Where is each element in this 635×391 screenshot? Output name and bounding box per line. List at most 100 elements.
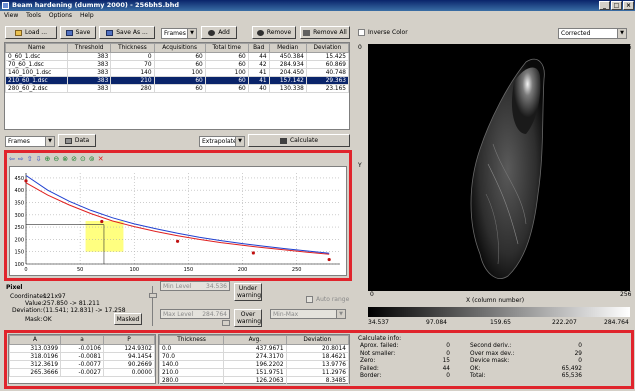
zoom-out-icon[interactable]: ⊖ [53, 154, 59, 164]
calc-info-left-row: Failed: 44 [360, 366, 450, 374]
thick-table-row[interactable]: 70.0 274.3170 18.4621 [158, 352, 350, 361]
zoom-fit-icon[interactable]: ⊙ [80, 154, 86, 164]
chart-data-point [251, 251, 255, 255]
max-level-field[interactable]: Max Level 284.764 [160, 309, 230, 319]
close-button[interactable]: × [623, 1, 634, 10]
file-table-cell: 0 [110, 52, 155, 61]
coef-table-row[interactable]: 265.3666 -0.0027 0.0000 [8, 368, 156, 377]
remove-button[interactable]: Remove [252, 26, 296, 39]
file-table-column-header[interactable]: Deviation [305, 43, 350, 53]
file-table-row[interactable]: 280_60_2.dsc 383 280 60 60 40 130.338 23.165 [4, 84, 350, 93]
thick-table-cell: 126.2063 [223, 376, 287, 385]
file-table-column-header[interactable]: Threshold [67, 43, 112, 53]
file-table-cell: 280 [110, 84, 155, 93]
level-slider-track[interactable] [152, 286, 160, 326]
ct-image-view[interactable] [368, 44, 630, 291]
zoom-in-icon[interactable]: ⊕ [45, 154, 51, 164]
thick-table-row[interactable]: 280.0 126.2063 8.3485 [158, 376, 350, 385]
chart-y-tick-label: 450 [14, 176, 24, 182]
file-table-column-header[interactable]: Total time [204, 43, 249, 53]
remove-all-button[interactable]: Remove All [300, 26, 350, 39]
file-table-column-header[interactable]: Name [4, 43, 69, 53]
min-level-slider-handle[interactable] [149, 293, 157, 298]
file-table-cell: 41 [247, 68, 270, 77]
coef-table-row[interactable]: 312.3619 -0.0077 90.2669 [8, 360, 156, 369]
minimize-button[interactable]: _ [599, 1, 610, 10]
file-table-column-header[interactable]: Bad [247, 43, 270, 53]
menu-view[interactable]: View [4, 12, 18, 19]
auto-range-checkbox[interactable]: Auto range [306, 296, 349, 303]
zoom-y-icon[interactable]: ⊘ [71, 154, 77, 164]
zoom-x-icon[interactable]: ⊗ [62, 154, 68, 164]
file-table-cell: 60 [204, 76, 249, 85]
file-table-column-header[interactable]: Thickness [110, 43, 155, 53]
file-table-row[interactable]: 0_60_1.dsc 383 0 60 60 44 450.384 15.425 [4, 52, 350, 61]
save-as-button[interactable]: Save As ... [99, 26, 155, 39]
save-button[interactable]: Save [60, 26, 96, 39]
file-table-row[interactable]: 140_100_1.dsc 383 140 100 100 41 204.450 40.748 [4, 68, 350, 77]
coef-table-cell: -0.0106 [60, 344, 104, 353]
frames-source-combo[interactable]: Frames ▼ [5, 136, 55, 147]
thick-table-cell: 20.8014 [285, 344, 350, 353]
coef-table-row[interactable]: 313.0399 -0.0106 124.9302 [8, 344, 156, 353]
menu-help[interactable]: Help [80, 12, 94, 19]
file-table: Name Threshold Thickness Acquisitions Total … [4, 43, 350, 93]
thick-table-column-header[interactable]: Deviation [285, 335, 350, 345]
ct-slice-image [470, 58, 545, 279]
extrapolate-combo[interactable]: Extrapolate ▼ [199, 136, 245, 147]
file-table-column-header[interactable]: Acquisitions [153, 43, 206, 53]
thick-table-column-header[interactable]: Thickness [158, 335, 225, 345]
thick-table-cell: 210.0 [158, 368, 225, 377]
load-button[interactable]: Load ... [5, 26, 57, 39]
zoom-reset-icon[interactable]: ⊚ [89, 154, 95, 164]
arrow-right-icon[interactable]: ⇨ [18, 154, 24, 164]
file-table-column-header[interactable]: Median [268, 43, 307, 53]
max-level-slider-handle[interactable] [222, 320, 230, 326]
thick-table-cell: 11.2976 [285, 368, 350, 377]
arrow-down-icon[interactable]: ⇩ [36, 154, 42, 164]
checkbox-box[interactable] [358, 29, 365, 36]
frames-combo[interactable]: Frames ▼ [161, 28, 197, 39]
chart-area[interactable]: 100 150 200 250 300 350 400 450 0 50 100 150 200 250 [9, 166, 347, 276]
calculate-button[interactable]: Calculate [248, 134, 350, 147]
file-table-cell: 100 [204, 68, 249, 77]
menu-tools[interactable]: Tools [26, 12, 41, 19]
clear-icon[interactable]: ✕ [98, 154, 104, 164]
file-table-row[interactable]: 210_60_1.dsc 383 210 60 60 41 157.142 29.363 [4, 76, 350, 85]
min-level-field[interactable]: Min Level 34.536 [160, 281, 230, 291]
arrow-up-icon[interactable]: ⇧ [27, 154, 33, 164]
calc-info-right: Second deriv.: 0 Over max dev.: 29 Device ma… [470, 343, 582, 381]
calc-info-left-value: 0 [446, 343, 450, 349]
thick-table-row[interactable]: 210.0 151.9751 11.2976 [158, 368, 350, 377]
thick-table-row[interactable]: 0.0 437.9671 20.8014 [158, 344, 350, 353]
min-max-combo[interactable]: Min-Max ▼ [270, 309, 346, 319]
data-button[interactable]: Data [58, 134, 96, 147]
arrow-left-icon[interactable]: ⇦ [9, 154, 15, 164]
thick-table-cell: 196.2202 [223, 360, 287, 369]
display-mode-combo[interactable]: Corrected ▼ [558, 28, 627, 39]
file-table-cell: 284.934 [268, 60, 307, 69]
thick-table-row[interactable]: 140.0 196.2202 13.9776 [158, 360, 350, 369]
coef-table-column-header[interactable]: P [102, 335, 156, 345]
masked-button[interactable]: Masked [114, 313, 142, 325]
under-warning-button[interactable]: Under warning [234, 283, 262, 301]
coef-table-row[interactable]: 318.0196 -0.0081 94.1454 [8, 352, 156, 361]
coef-table-column-header[interactable]: a [60, 335, 104, 345]
thick-table-column-header[interactable]: Avg. [223, 335, 287, 345]
menu-options[interactable]: Options [49, 12, 72, 19]
file-table-cell: 23.165 [305, 84, 350, 93]
calc-info-right-value: 65,492 [561, 365, 582, 372]
file-table-cell: 383 [67, 52, 112, 61]
chart-y-tick-label: 250 [14, 225, 24, 231]
checkbox-box[interactable] [306, 296, 313, 303]
attenuation-chart[interactable]: 100 150 200 250 300 350 400 450 0 50 100 150 200 250 [10, 167, 348, 277]
add-button[interactable]: Add [201, 26, 237, 39]
inverse-color-checkbox[interactable]: Inverse Color [358, 29, 408, 36]
over-warning-button[interactable]: Over warning [234, 309, 262, 327]
coef-table-column-header[interactable]: A [8, 335, 62, 345]
file-table-row[interactable]: 70_60_1.dsc 383 70 60 60 42 284.934 60.869 [4, 60, 350, 69]
file-table-cell: 60 [153, 76, 206, 85]
calc-info-left-label: Aprox. failed: [360, 343, 399, 349]
maximize-button[interactable]: □ [611, 1, 622, 10]
file-table-cell: 130.338 [268, 84, 307, 93]
